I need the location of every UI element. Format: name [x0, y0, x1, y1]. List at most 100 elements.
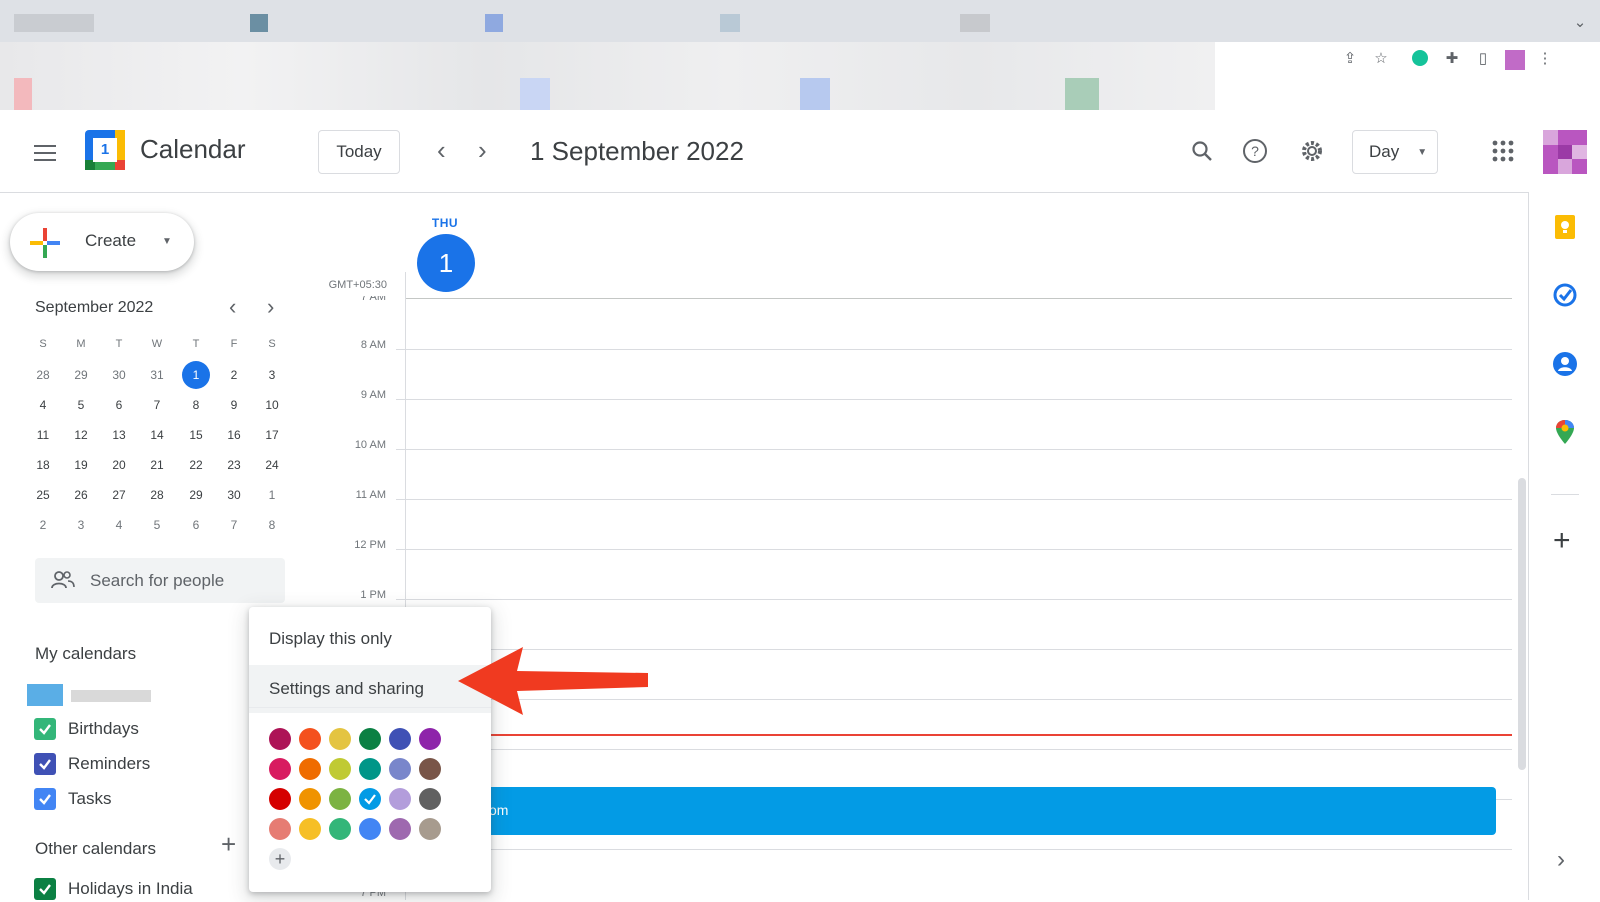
- color-swatch[interactable]: [419, 788, 441, 810]
- side-panel-icon[interactable]: ▯: [1474, 50, 1492, 68]
- color-swatch-selected[interactable]: [359, 788, 381, 810]
- day-weekday-label: THU: [431, 216, 459, 230]
- keep-icon[interactable]: [1553, 215, 1577, 239]
- calendar-logo-day: 1: [100, 141, 110, 158]
- color-swatch[interactable]: [329, 788, 351, 810]
- color-swatch[interactable]: [269, 728, 291, 750]
- share-icon[interactable]: ⇪: [1341, 50, 1359, 68]
- checkbox-checked-icon[interactable]: [34, 788, 56, 810]
- my-calendar-item[interactable]: Tasks: [34, 786, 111, 812]
- color-swatch[interactable]: [329, 818, 351, 840]
- color-swatch[interactable]: [419, 818, 441, 840]
- mini-calendar-day[interactable]: 29: [67, 361, 95, 389]
- color-swatch[interactable]: [359, 818, 381, 840]
- extensions-icon[interactable]: ✚: [1443, 50, 1461, 68]
- own-calendar-item-redacted[interactable]: [27, 684, 153, 706]
- mini-calendar-day[interactable]: 31: [143, 361, 171, 389]
- mini-calendar-day[interactable]: 22: [182, 451, 210, 479]
- mini-calendar-day[interactable]: 7: [220, 511, 248, 539]
- create-button[interactable]: Create ▼: [10, 213, 194, 271]
- checkbox-checked-icon[interactable]: [34, 753, 56, 775]
- timezone-label: GMT+05:30: [328, 279, 387, 291]
- day-number-badge[interactable]: 1: [417, 234, 475, 292]
- create-plus-icon: [30, 228, 60, 258]
- app-header: 1 Calendar Today ‹ › 1 September 2022 ? …: [0, 110, 1600, 193]
- mini-calendar-day[interactable]: 2: [29, 511, 57, 539]
- color-swatch[interactable]: [389, 818, 411, 840]
- color-swatch[interactable]: [359, 728, 381, 750]
- hour-tick: [396, 599, 405, 600]
- my-calendar-item[interactable]: Reminders: [34, 751, 150, 777]
- view-selector-label: Day: [1369, 142, 1400, 161]
- color-swatch[interactable]: [389, 758, 411, 780]
- next-period-chevron-icon[interactable]: ›: [478, 135, 487, 165]
- tasks-icon[interactable]: [1553, 283, 1577, 307]
- expand-side-panel-chevron-icon[interactable]: ›: [1557, 846, 1565, 874]
- today-button[interactable]: Today: [318, 130, 400, 174]
- mini-calendar-day[interactable]: 23: [220, 451, 248, 479]
- color-swatch[interactable]: [299, 758, 321, 780]
- search-icon[interactable]: [1187, 136, 1217, 166]
- profile-avatar-icon[interactable]: [1505, 50, 1525, 70]
- checkbox-checked-icon[interactable]: [34, 718, 56, 740]
- my-calendar-item-label: Reminders: [68, 754, 151, 773]
- my-calendar-item[interactable]: Birthdays: [34, 716, 139, 742]
- color-swatch[interactable]: [269, 788, 291, 810]
- main-menu-icon[interactable]: [34, 140, 56, 166]
- help-icon[interactable]: ?: [1240, 136, 1270, 166]
- color-swatch[interactable]: [299, 818, 321, 840]
- color-swatch[interactable]: [299, 728, 321, 750]
- mini-calendar-day[interactable]: 20: [105, 451, 133, 479]
- create-dropdown-caret-icon: ▼: [162, 236, 172, 247]
- google-apps-grid-icon[interactable]: [1488, 136, 1518, 166]
- color-swatch[interactable]: [299, 788, 321, 810]
- side-panel-divider: [1551, 494, 1579, 495]
- current-date-label: 1 September 2022: [530, 136, 744, 166]
- bookmark-star-icon[interactable]: ☆: [1372, 50, 1390, 68]
- people-icon: [51, 571, 75, 589]
- mini-calendar-day[interactable]: 30: [105, 361, 133, 389]
- time-label: 1 PM: [360, 589, 386, 601]
- color-swatch[interactable]: [389, 788, 411, 810]
- hour-gridline: [406, 599, 1512, 600]
- color-swatch[interactable]: [269, 818, 291, 840]
- mini-calendar-day[interactable]: 3: [258, 361, 286, 389]
- main-scrollbar[interactable]: [1518, 478, 1526, 770]
- calendar-logo-icon: 1: [85, 130, 125, 170]
- color-swatch[interactable]: [329, 758, 351, 780]
- account-avatar[interactable]: [1543, 130, 1587, 174]
- mini-calendar-day[interactable]: 21: [143, 451, 171, 479]
- color-swatch[interactable]: [419, 758, 441, 780]
- browser-menu-icon[interactable]: ⋮: [1536, 50, 1554, 68]
- color-swatch[interactable]: [359, 758, 381, 780]
- color-swatch[interactable]: [389, 728, 411, 750]
- mini-calendar-selected-day[interactable]: 1: [182, 361, 210, 389]
- mini-calendar-day[interactable]: 18: [29, 451, 57, 479]
- mini-calendar-day[interactable]: 28: [29, 361, 57, 389]
- color-swatch[interactable]: [329, 728, 351, 750]
- add-other-calendar-icon[interactable]: +: [221, 831, 236, 857]
- get-add-ons-plus-icon[interactable]: +: [1553, 526, 1571, 556]
- hour-tick: [396, 349, 405, 350]
- maps-icon[interactable]: [1555, 420, 1575, 444]
- view-selector-dropdown[interactable]: Day ▼: [1352, 130, 1438, 174]
- mini-calendar-day[interactable]: 19: [67, 451, 95, 479]
- mini-calendar-day[interactable]: 5: [143, 511, 171, 539]
- color-swatch[interactable]: [419, 728, 441, 750]
- grammarly-icon[interactable]: [1411, 50, 1429, 68]
- tab-list-chevron-icon[interactable]: ⌄: [1571, 14, 1589, 32]
- mini-calendar-day[interactable]: 2: [220, 361, 248, 389]
- custom-color-plus-icon[interactable]: +: [269, 848, 291, 870]
- dropdown-caret-icon: ▼: [1417, 146, 1428, 158]
- mini-calendar-day[interactable]: 8: [258, 511, 286, 539]
- mini-calendar-day[interactable]: 3: [67, 511, 95, 539]
- settings-gear-icon[interactable]: [1297, 136, 1327, 166]
- my-calendars-heading: My calendars: [35, 644, 137, 663]
- color-swatch[interactable]: [269, 758, 291, 780]
- previous-period-chevron-icon[interactable]: ‹: [437, 135, 446, 165]
- mini-calendar-day[interactable]: 4: [105, 511, 133, 539]
- mini-calendar-day[interactable]: 24: [258, 451, 286, 479]
- event-block[interactable]: om: [406, 787, 1496, 835]
- contacts-icon[interactable]: [1553, 352, 1577, 376]
- mini-calendar-day[interactable]: 6: [182, 511, 210, 539]
